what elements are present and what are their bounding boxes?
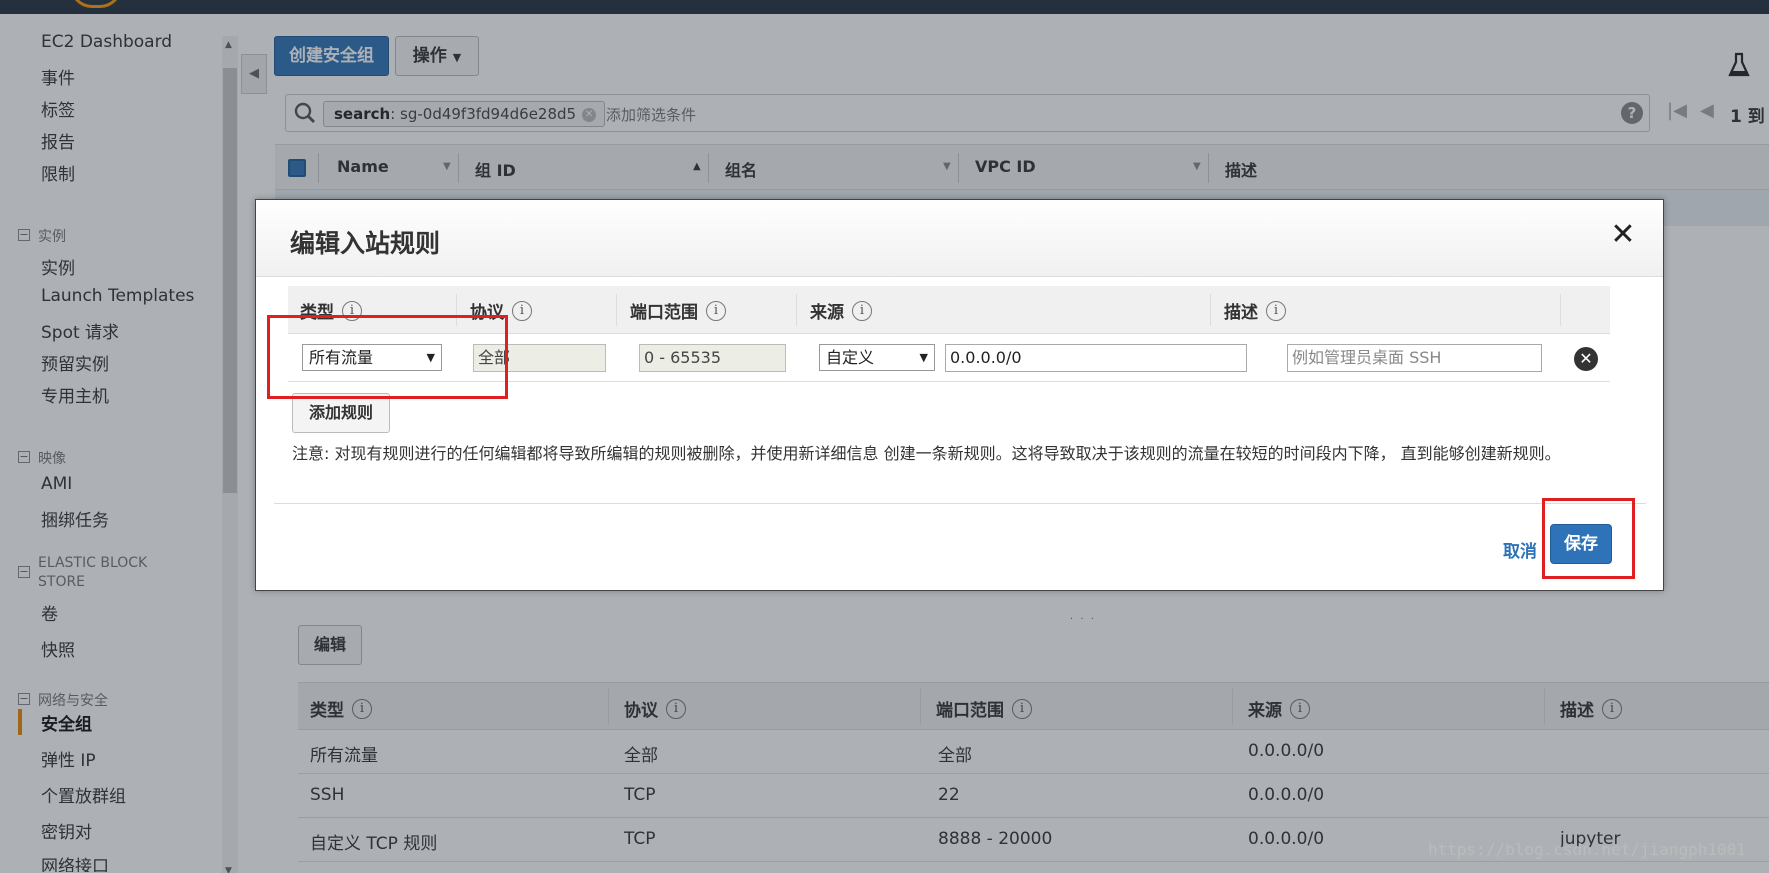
dialog-title: 编辑入站规则 xyxy=(290,229,441,258)
source-type-select[interactable]: 自定义 ▼ xyxy=(819,344,935,371)
dropdown-caret-icon: ▼ xyxy=(919,351,928,364)
close-icon[interactable]: ✕ xyxy=(1608,220,1638,250)
port-range-field: 0 - 65535 xyxy=(639,344,786,372)
watermark: https://blog.csdn.net/jiangph1001 xyxy=(1428,840,1746,859)
dialog-header: 编辑入站规则 ✕ xyxy=(256,200,1663,277)
info-icon[interactable]: i xyxy=(706,300,726,321)
info-icon[interactable]: i xyxy=(512,300,532,321)
remove-rule-icon[interactable]: ✕ xyxy=(1574,347,1598,371)
add-rule-button[interactable]: 添加规则 xyxy=(292,393,390,433)
column-description: 描述 i xyxy=(1224,298,1286,323)
edit-warning-note: 注意: 对现有规则进行的任何编辑都将导致所编辑的规则被删除，并使用新详细信息 创… xyxy=(292,444,1561,463)
column-port-range: 端口范围 i xyxy=(630,298,726,323)
description-input[interactable]: 例如管理员桌面 SSH xyxy=(1287,344,1542,372)
column-source: 来源 i xyxy=(810,298,872,323)
highlight-box-type xyxy=(267,315,508,399)
info-icon[interactable]: i xyxy=(1266,300,1286,321)
highlight-box-save xyxy=(1542,498,1635,579)
info-icon[interactable]: i xyxy=(852,300,872,321)
source-cidr-input[interactable]: 0.0.0.0/0 xyxy=(945,344,1247,372)
cancel-button[interactable]: 取消 xyxy=(1503,537,1537,562)
